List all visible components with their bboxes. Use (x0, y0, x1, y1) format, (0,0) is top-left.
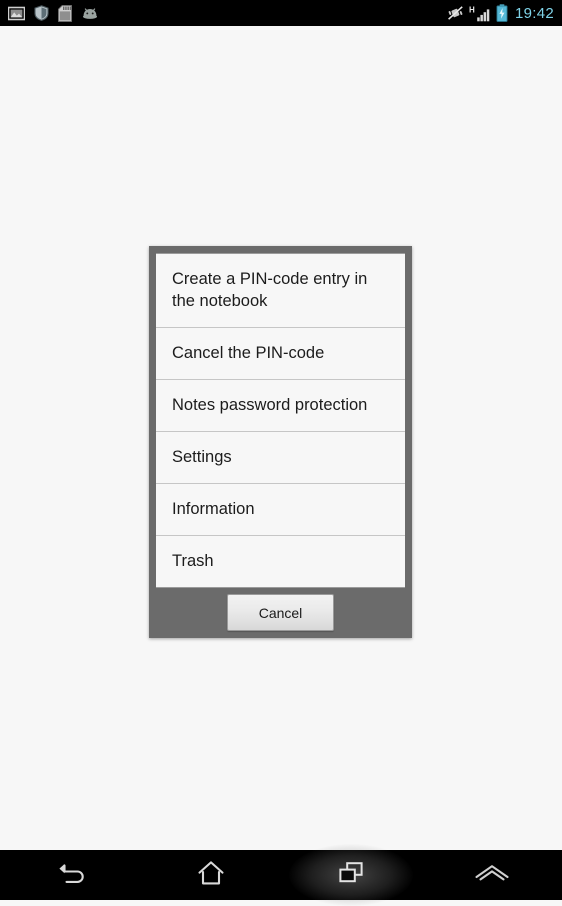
menu-item-label: Information (172, 498, 255, 520)
menu-item-label: Notes password protection (172, 394, 367, 416)
menu-list: Create a PIN-code entry in the notebook … (156, 253, 405, 588)
options-dialog: Create a PIN-code entry in the notebook … (149, 246, 412, 638)
nav-menu-up-button[interactable] (422, 850, 562, 900)
menu-item-settings[interactable]: Settings (156, 432, 405, 484)
shield-icon (34, 5, 49, 21)
nav-back-button[interactable] (0, 850, 141, 900)
nav-home-button[interactable] (141, 850, 282, 900)
back-arrow-icon (53, 859, 87, 892)
home-icon (195, 858, 227, 893)
menu-item-label: Settings (172, 446, 232, 468)
dialog-footer: Cancel (156, 588, 405, 638)
sd-card-icon (58, 5, 72, 22)
status-bar-left-icons (8, 5, 99, 22)
menu-item-label: Cancel the PIN-code (172, 342, 324, 364)
recent-apps-icon (336, 859, 366, 892)
cancel-button-label: Cancel (259, 605, 303, 621)
status-bar-clock: 19:42 (513, 5, 556, 22)
status-bar[interactable]: H 19:42 (0, 0, 562, 26)
menu-item-label: Create a PIN-code entry in the notebook (172, 268, 391, 313)
navigation-bar (0, 850, 562, 900)
menu-item-information[interactable]: Information (156, 484, 405, 536)
android-head-icon (81, 7, 99, 20)
svg-text:H: H (469, 5, 475, 14)
menu-item-trash[interactable]: Trash (156, 536, 405, 588)
menu-item-label: Trash (172, 550, 214, 572)
vibrate-off-icon (447, 5, 464, 21)
battery-charging-icon (496, 4, 508, 22)
nav-recents-button[interactable] (281, 850, 422, 900)
menu-item-cancel-pin-code[interactable]: Cancel the PIN-code (156, 328, 405, 380)
gallery-icon (8, 6, 25, 21)
menu-item-notes-password-protection[interactable]: Notes password protection (156, 380, 405, 432)
signal-bars-icon: H (469, 5, 491, 22)
chevron-up-icon (473, 862, 511, 889)
cancel-button[interactable]: Cancel (227, 594, 334, 631)
menu-item-create-pin-code-entry[interactable]: Create a PIN-code entry in the notebook (156, 254, 405, 328)
status-bar-right-icons: H 19:42 (447, 4, 556, 22)
